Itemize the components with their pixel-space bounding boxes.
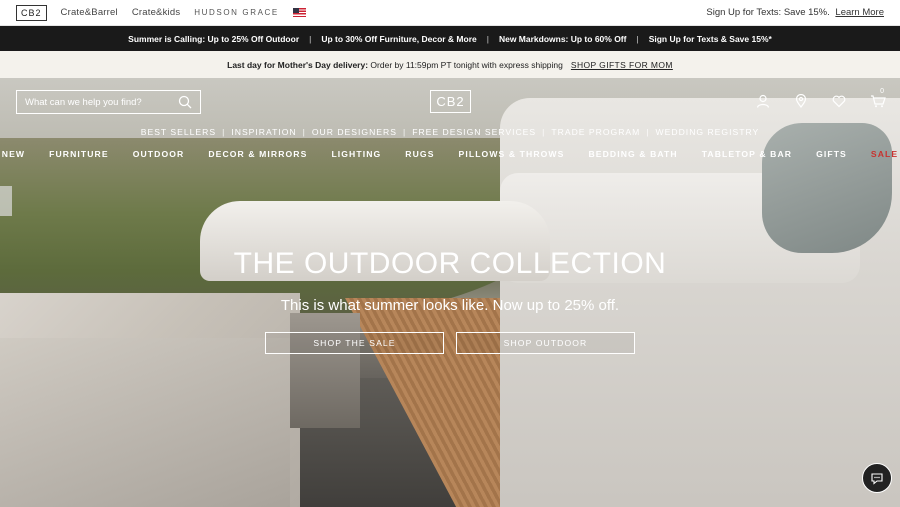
subnav-separator: | [302, 127, 306, 137]
promo-item-outdoor[interactable]: Summer is Calling: Up to 25% Off Outdoor [128, 34, 299, 44]
shop-outdoor-button[interactable]: SHOP OUTDOOR [456, 332, 635, 354]
promo-separator: | [636, 33, 639, 44]
nav-bedding-bath[interactable]: BEDDING & BATH [588, 149, 677, 159]
subnav-our-designers[interactable]: OUR DESIGNERS [312, 127, 397, 137]
nav-lighting[interactable]: LIGHTING [331, 149, 381, 159]
hero: CB2 0 BEST SELLERS | INSPIRATION | OUR DES… [0, 78, 900, 507]
nav-furniture[interactable]: FURNITURE [49, 149, 109, 159]
main-navigation: NEW FURNITURE OUTDOOR DECOR & MIRRORS LI… [0, 149, 900, 159]
account-icon[interactable] [756, 94, 770, 108]
brand-bar: CB2 Crate&Barrel Crate&kids HUDSON GRACE… [0, 0, 900, 26]
text-signup-label: Sign Up for Texts: Save 15%. [706, 7, 830, 18]
shop-the-sale-button[interactable]: SHOP THE SALE [265, 332, 444, 354]
subnav-separator: | [646, 127, 650, 137]
nav-pillows-throws[interactable]: PILLOWS & THROWS [459, 149, 565, 159]
cart-count: 0 [880, 88, 884, 95]
shop-gifts-link[interactable]: SHOP GIFTS FOR MOM [571, 60, 673, 70]
delivery-bold-text: Last day for Mother's Day delivery: [227, 59, 369, 70]
subnav-free-design-services[interactable]: FREE DESIGN SERVICES [412, 127, 536, 137]
location-icon[interactable] [794, 93, 808, 108]
promo-item-furniture[interactable]: Up to 30% Off Furniture, Decor & More [321, 34, 476, 44]
carousel-prev-handle[interactable] [0, 186, 12, 216]
chat-icon [870, 471, 884, 485]
header-icons: 0 [756, 88, 886, 108]
nav-new[interactable]: NEW [2, 149, 25, 159]
nav-sale[interactable]: SALE [871, 149, 898, 159]
subnav-best-sellers[interactable]: BEST SELLERS [141, 127, 216, 137]
promo-separator: | [309, 33, 312, 44]
cb2-logo[interactable]: CB2 [430, 90, 471, 113]
subnav-separator: | [222, 127, 226, 137]
subnav-wedding-registry[interactable]: WEDDING REGISTRY [656, 127, 760, 137]
promo-bar: Summer is Calling: Up to 25% Off Outdoor… [0, 26, 900, 51]
nav-gifts[interactable]: GIFTS [816, 149, 847, 159]
heart-icon[interactable] [832, 94, 846, 108]
promo-separator: | [486, 33, 489, 44]
search-input[interactable] [25, 96, 178, 108]
chat-button[interactable] [862, 463, 892, 493]
nav-outdoor[interactable]: OUTDOOR [133, 149, 185, 159]
promo-item-texts[interactable]: Sign Up for Texts & Save 15%* [649, 34, 772, 44]
nav-tabletop-bar[interactable]: TABLETOP & BAR [702, 149, 792, 159]
subnav-trade-program[interactable]: TRADE PROGRAM [551, 127, 640, 137]
promo-item-markdowns[interactable]: New Markdowns: Up to 60% Off [499, 34, 627, 44]
delivery-bar: Last day for Mother's Day delivery: Orde… [0, 51, 900, 78]
brand-link-cb2[interactable]: CB2 [16, 4, 47, 21]
us-flag-icon[interactable] [292, 8, 306, 17]
subnav-separator: | [542, 127, 546, 137]
hero-pillow [762, 123, 892, 253]
brand-link-crate-and-barrel[interactable]: Crate&Barrel [61, 7, 118, 18]
cart-icon[interactable]: 0 [870, 88, 886, 108]
nav-rugs[interactable]: RUGS [405, 149, 434, 159]
learn-more-link[interactable]: Learn More [835, 7, 884, 18]
hero-subhead: This is what summer looks like. Now up t… [280, 297, 620, 314]
text-signup: Sign Up for Texts: Save 15%. Learn More [706, 7, 884, 18]
search-box[interactable] [16, 90, 201, 114]
hero-cta-row: SHOP THE SALE SHOP OUTDOOR [0, 332, 900, 354]
nav-decor-mirrors[interactable]: DECOR & MIRRORS [208, 149, 307, 159]
delivery-text: Order by 11:59pm PT tonight with express… [370, 59, 563, 70]
brand-links: CB2 Crate&Barrel Crate&kids HUDSON GRACE [16, 4, 306, 21]
hero-marble-table-side [290, 313, 360, 428]
sub-navigation: BEST SELLERS | INSPIRATION | OUR DESIGNERS… [0, 127, 900, 137]
brand-link-crate-and-kids[interactable]: Crate&kids [132, 7, 180, 18]
hero-headline: THE OUTDOOR COLLECTION [233, 247, 667, 280]
subnav-inspiration[interactable]: INSPIRATION [231, 127, 296, 137]
search-icon[interactable] [178, 95, 192, 109]
brand-link-hudson-grace[interactable]: HUDSON GRACE [194, 8, 279, 17]
subnav-separator: | [402, 127, 407, 137]
hero-marble-table-front [0, 338, 290, 507]
